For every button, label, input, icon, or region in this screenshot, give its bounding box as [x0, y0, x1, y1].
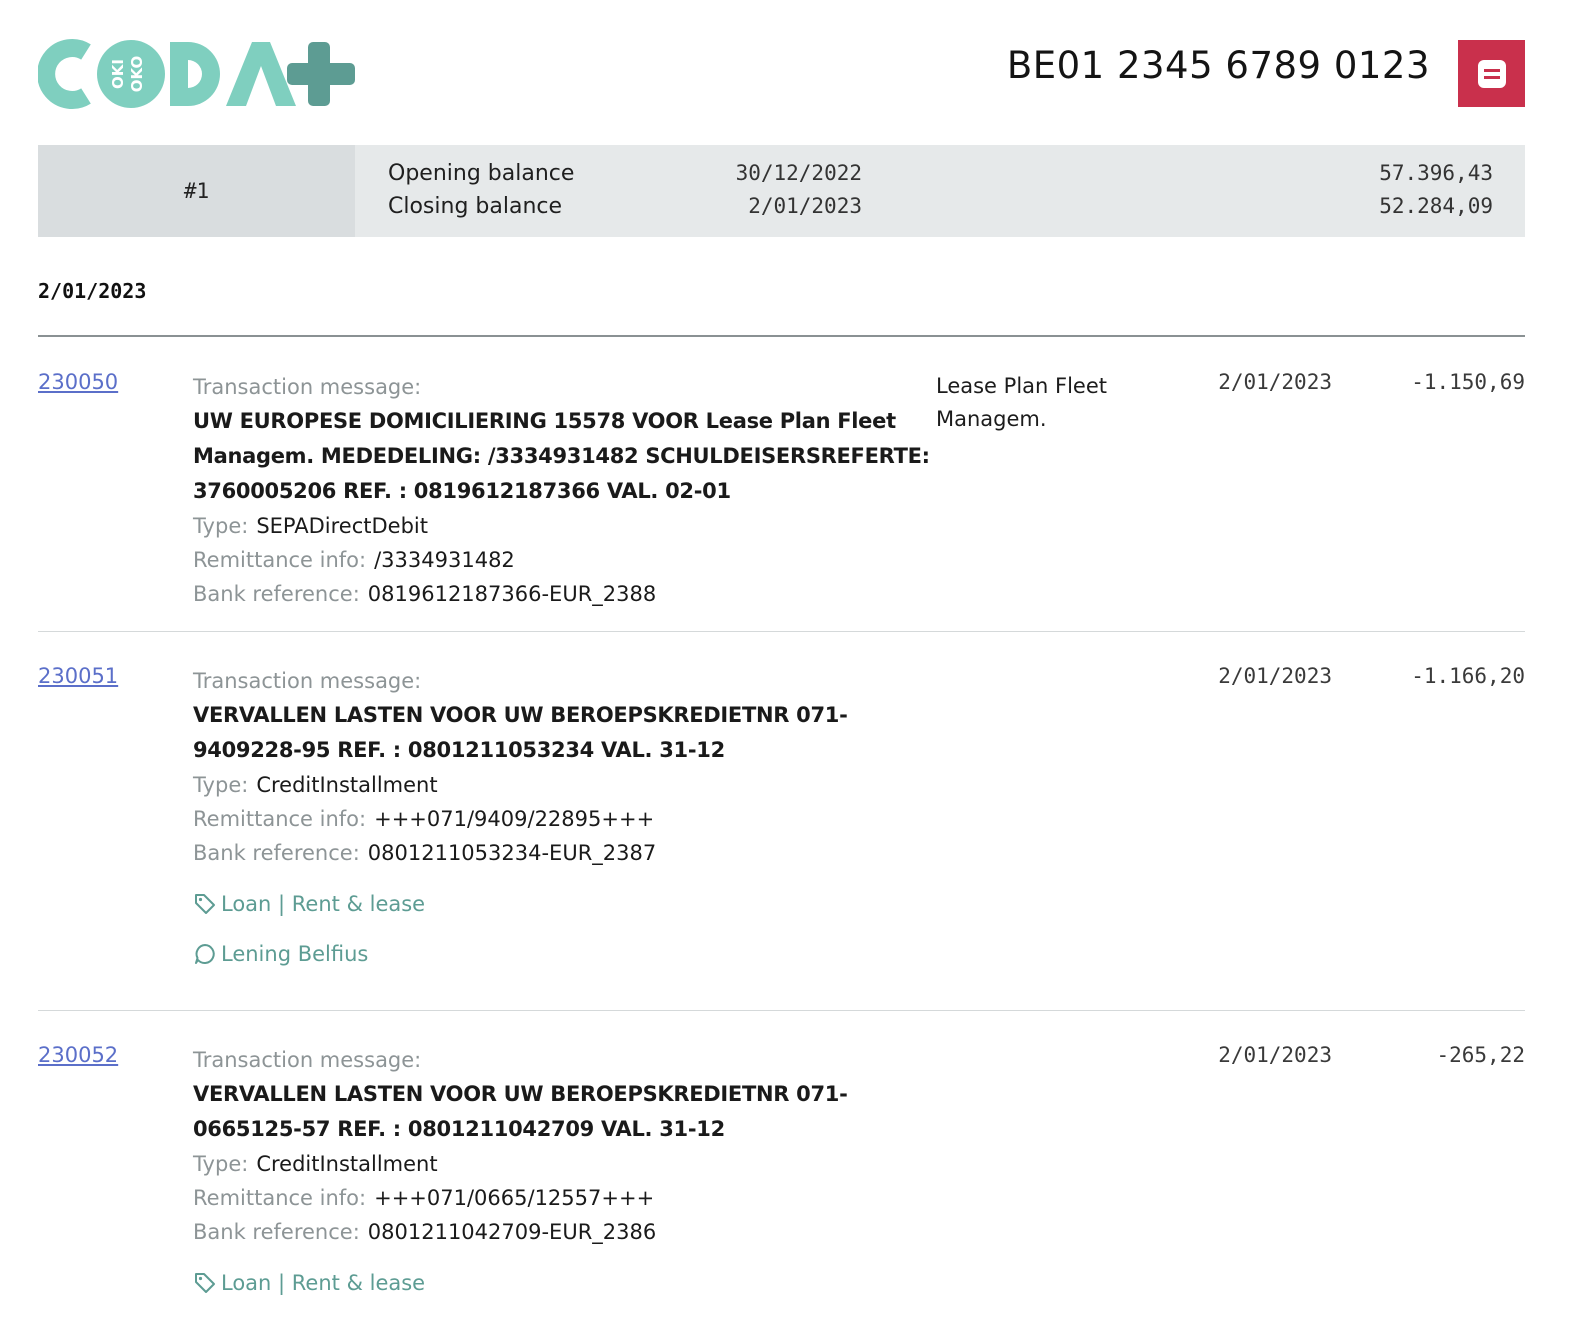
transaction-message-label: Transaction message: [193, 1048, 422, 1072]
remittance-value: +++071/9409/22895+++ [374, 807, 655, 831]
svg-text:OKI: OKI [109, 59, 127, 89]
comment-icon [195, 944, 215, 964]
type-value: CreditInstallment [256, 1152, 438, 1176]
opening-balance-date: 30/12/2022 [735, 161, 862, 185]
remittance-value: /3334931482 [374, 548, 515, 572]
transaction-date: 2/01/2023 [1218, 370, 1332, 394]
transaction-id-link[interactable]: 230050 [38, 370, 118, 394]
bank-reference-value: 0819612187366-EUR_2388 [367, 582, 657, 606]
type-value: CreditInstallment [256, 773, 438, 797]
opening-balance-amount: 57.396,43 [1379, 161, 1493, 185]
type-label: Type: [193, 773, 249, 797]
bank-reference-value: 0801211042709-EUR_2386 [367, 1220, 657, 1244]
remittance-value: +++071/0665/12557+++ [374, 1186, 655, 1210]
transaction-details: Transaction message: UW EUROPESE DOMICIL… [193, 370, 933, 611]
category-label: Loan | Rent & lease [221, 892, 426, 916]
transaction-message: VERVALLEN LASTEN VOOR UW BEROEPSKREDIETN… [193, 1082, 848, 1141]
counterparty-name: Lease Plan Fleet Managem. [936, 374, 1107, 431]
transaction-date: 2/01/2023 [1218, 1043, 1332, 1067]
transaction-message-label: Transaction message: [193, 375, 422, 399]
statement-number: #1 [38, 145, 355, 237]
category-tag[interactable]: Loan | Rent & lease [193, 1271, 953, 1295]
bank-reference-label: Bank reference: [193, 841, 360, 865]
remittance-row: Remittance info: +++071/0665/12557+++ [193, 1181, 953, 1215]
tag-icon [195, 1273, 215, 1293]
category-tag[interactable]: Loan | Rent & lease [193, 892, 953, 916]
transaction-divider [38, 631, 1525, 632]
bank-reference-label: Bank reference: [193, 1220, 360, 1244]
menu-button[interactable] [1458, 40, 1525, 107]
remittance-label: Remittance info: [193, 807, 367, 831]
transaction-amount: -265,22 [1436, 1043, 1525, 1067]
closing-balance-label: Closing balance [388, 194, 563, 219]
remittance-row: Remittance info: /3334931482 [193, 543, 933, 577]
bank-reference-label: Bank reference: [193, 582, 360, 606]
closing-balance-date: 2/01/2023 [748, 194, 862, 218]
type-label: Type: [193, 1152, 249, 1176]
day-divider [38, 335, 1525, 337]
transaction-message: VERVALLEN LASTEN VOOR UW BEROEPSKREDIETN… [193, 703, 848, 762]
day-heading: 2/01/2023 [38, 279, 147, 303]
transaction-date: 2/01/2023 [1218, 664, 1332, 688]
transaction-amount: -1.150,69 [1411, 370, 1525, 394]
bank-reference-row: Bank reference: 0801211053234-EUR_2387 [193, 836, 953, 870]
svg-text:OKO: OKO [128, 56, 146, 92]
type-row: Type: SEPADirectDebit [193, 509, 933, 543]
type-row: Type: CreditInstallment [193, 1147, 953, 1181]
remittance-label: Remittance info: [193, 1186, 367, 1210]
transaction-details: Transaction message: VERVALLEN LASTEN VO… [193, 664, 953, 966]
category-label: Loan | Rent & lease [221, 1271, 426, 1295]
menu-icon [1477, 59, 1506, 88]
balance-panel: #1 Opening balance 30/12/2022 57.396,43 … [38, 145, 1525, 237]
bank-reference-row: Bank reference: 0819612187366-EUR_2388 [193, 577, 933, 611]
tag-icon [195, 894, 215, 914]
remittance-row: Remittance info: +++071/9409/22895+++ [193, 802, 953, 836]
transaction-id-link[interactable]: 230052 [38, 1043, 118, 1067]
transaction-id-link[interactable]: 230051 [38, 664, 118, 688]
transaction-message: UW EUROPESE DOMICILIERING 15578 VOOR Lea… [193, 409, 930, 503]
logo-graphic: OKI OKO [37, 39, 355, 109]
type-row: Type: CreditInstallment [193, 768, 953, 802]
transaction-details: Transaction message: VERVALLEN LASTEN VO… [193, 1043, 953, 1295]
comment-note[interactable]: Lening Belfius [193, 942, 953, 966]
transaction-amount: -1.166,20 [1411, 664, 1525, 688]
comment-text: Lening Belfius [221, 942, 369, 966]
bank-reference-row: Bank reference: 0801211042709-EUR_2386 [193, 1215, 953, 1249]
coda-plus-logo: OKI OKO [37, 38, 358, 110]
type-label: Type: [193, 514, 249, 538]
type-value: SEPADirectDebit [256, 514, 428, 538]
transaction-message-label: Transaction message: [193, 669, 422, 693]
bank-reference-value: 0801211053234-EUR_2387 [367, 841, 657, 865]
remittance-label: Remittance info: [193, 548, 367, 572]
account-iban: BE01 2345 6789 0123 [1006, 44, 1430, 87]
closing-balance-amount: 52.284,09 [1379, 194, 1493, 218]
opening-balance-label: Opening balance [388, 161, 575, 186]
transaction-divider [38, 1010, 1525, 1011]
